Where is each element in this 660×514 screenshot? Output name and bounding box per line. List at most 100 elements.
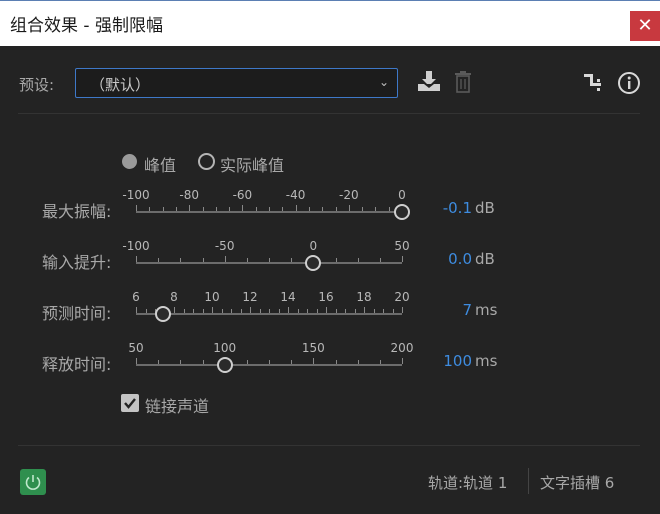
slider-tick [224,256,226,262]
preset-label: 预设: [19,76,55,94]
slider-tick [288,307,289,313]
window-title: 组合效果 - 强制限幅 [10,16,163,36]
slider-tick [383,309,384,313]
slider-tick [240,309,242,313]
slider-tick [229,207,231,211]
param-label: 输入提升: [42,253,112,272]
tick-label: -100 [122,239,150,253]
tick-label: 10 [204,290,220,304]
link-channels-checkbox[interactable] [121,394,139,412]
slider-tick [162,207,164,211]
slider-tick [202,309,204,313]
slider-tick [388,207,390,211]
param-unit: dB [475,250,495,268]
slider-tick [202,207,204,211]
peak-radio[interactable] [122,154,137,169]
channel-routing-icon[interactable] [583,71,603,93]
tick-label: 18 [356,290,372,304]
tick-label: 100 [213,341,237,355]
slider-tick [158,258,160,262]
slider-tick [269,207,270,211]
preset-value: （默认） [90,76,151,94]
slider-tick [180,258,182,262]
slider-tick [392,309,394,313]
tick-label: 50 [394,239,410,253]
slider-tick [212,307,213,313]
slider-tick [250,307,251,313]
divider [18,113,640,114]
slider-tick [149,207,151,211]
preset-dropdown[interactable]: （默认） ⌄ [75,68,398,98]
slider-tick [354,309,356,313]
tick-label: -50 [214,239,235,253]
title-bar: 组合效果 - 强制限幅 ✕ [0,0,660,46]
power-toggle-button[interactable] [20,469,46,495]
param-label: 预测时间: [42,304,112,323]
param-value[interactable]: 7 [412,301,472,319]
slider-tick [348,205,350,211]
slider-tick [326,307,327,313]
param-label: 最大振幅: [42,202,112,221]
param-value[interactable]: -0.1 [412,199,472,217]
param-unit: ms [475,352,498,370]
slider-tick [335,258,337,262]
true-peak-radio[interactable] [198,153,215,170]
slider-tick [246,258,248,262]
tick-label: 150 [301,341,325,355]
slider-tick [231,309,232,313]
param-label: 释放时间: [42,355,112,374]
track-info: 轨道:轨道 1 [428,474,508,492]
slider-tick [175,207,177,211]
slider-tick [313,358,315,364]
slider-tick [335,309,337,313]
tick-label: 0 [309,239,318,253]
close-button[interactable]: ✕ [630,11,660,41]
slider-tick [221,309,223,313]
link-channels-label: 链接声道 [145,397,210,416]
slider-track[interactable] [136,262,402,264]
param-value[interactable]: 100 [412,352,472,370]
slider-tick [136,205,137,211]
slider-knob[interactable] [216,357,233,373]
param-unit: dB [475,199,495,217]
slider-tick [174,307,175,313]
slot-info: 文字插槽 6 [540,474,615,492]
delete-preset-icon[interactable] [453,70,473,94]
slider-tick [145,309,147,313]
param-value[interactable]: 0.0 [412,250,472,268]
slider-track[interactable] [136,364,402,366]
slider-tick [295,205,297,211]
tick-label: 12 [242,290,258,304]
divider [18,445,640,446]
slider-tick [402,256,403,262]
slider-track[interactable] [136,313,402,315]
slider-tick [259,309,261,313]
save-preset-icon[interactable] [416,69,442,93]
slider-tick [291,258,293,262]
slider-tick [136,256,137,262]
slider-tick [202,258,204,262]
tick-label: 200 [390,341,414,355]
slider-tick [316,309,318,313]
divider [528,468,529,494]
tick-label: -60 [232,188,253,202]
slider-tick [136,307,137,313]
true-peak-radio-label: 实际峰值 [220,156,285,175]
slider-tick [242,205,244,211]
slider-tick [402,358,403,364]
slider-tick [255,207,257,211]
tick-label: 50 [128,341,144,355]
slider-tick [362,207,364,211]
slider-tick [136,358,137,364]
slider-tick [246,360,248,364]
slider-tick [375,207,377,211]
info-icon[interactable] [617,71,641,95]
slider-tick [282,207,284,211]
slider-tick [335,207,337,211]
slider-knob[interactable] [305,255,322,271]
slider-track[interactable] [136,211,402,213]
slider-knob[interactable] [154,306,171,322]
tick-label: 14 [280,290,296,304]
slider-tick [158,360,160,364]
slider-knob[interactable] [393,204,410,220]
